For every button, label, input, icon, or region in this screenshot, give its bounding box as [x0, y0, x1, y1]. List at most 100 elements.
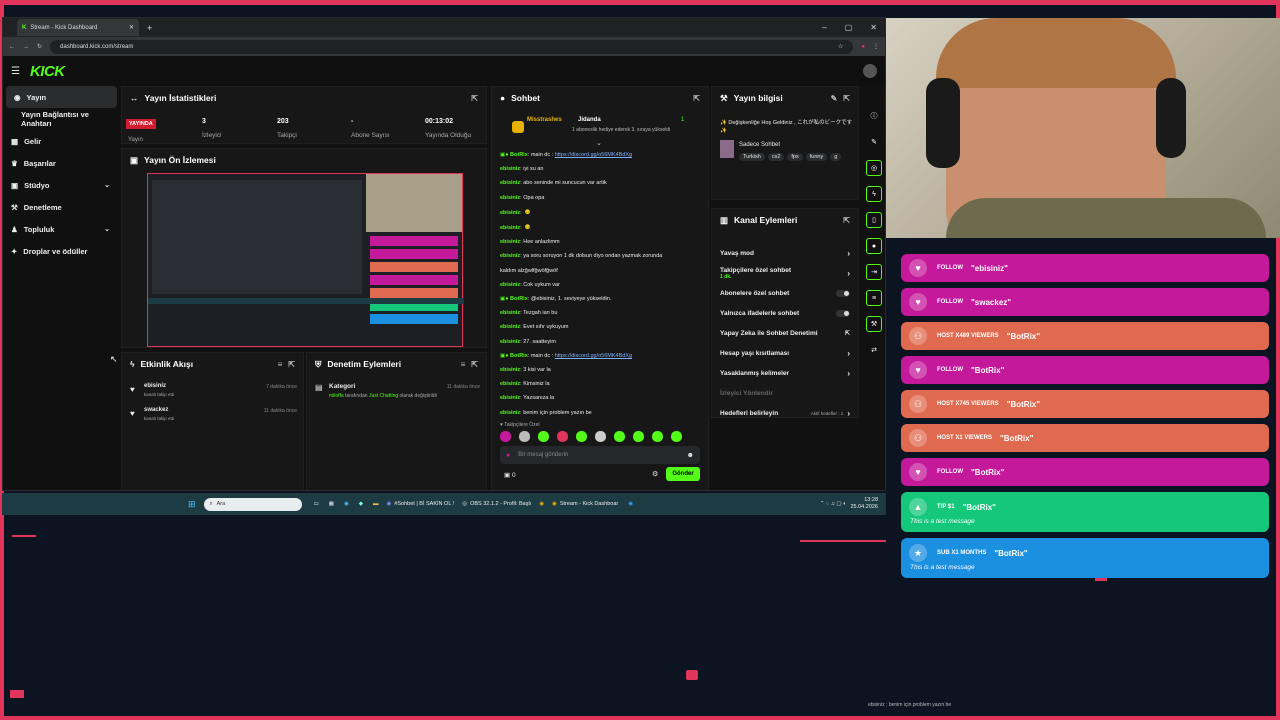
- reload-icon[interactable]: ↻: [37, 43, 42, 50]
- windows-start-icon[interactable]: ⊞: [188, 499, 196, 510]
- emote-icon[interactable]: [538, 431, 549, 442]
- send-button[interactable]: Gönder: [666, 467, 700, 481]
- browser-menu-icon[interactable]: ⋮: [873, 43, 879, 50]
- emote-icon[interactable]: [614, 431, 625, 442]
- channel-action-7[interactable]: İzleyici Yönlendir: [712, 383, 858, 403]
- hamburger-icon[interactable]: ☰: [11, 66, 20, 77]
- emote-icon[interactable]: [557, 431, 568, 442]
- chat-username[interactable]: ebisiniz: [500, 310, 520, 316]
- channel-action-8[interactable]: Hedefleri belirleyin Aktif hedefler : 1 ›: [712, 403, 858, 423]
- external-link-icon[interactable]: ⇱: [845, 330, 850, 337]
- app-icon[interactable]: ▦: [329, 501, 334, 507]
- mod-category[interactable]: Just Chatting: [369, 393, 398, 399]
- tool-icon[interactable]: ⚒: [866, 316, 882, 332]
- channel-action-2[interactable]: Abonelere özel sohbet: [712, 283, 858, 303]
- toggle-switch[interactable]: [836, 309, 850, 317]
- emote-icon[interactable]: [595, 431, 606, 442]
- preview-video[interactable]: [147, 173, 464, 347]
- popout-icon[interactable]: ⇱: [843, 216, 850, 225]
- clock[interactable]: 13:28 25.04.2026: [850, 497, 878, 511]
- sidebar-item-2[interactable]: ▦ Gelir: [3, 130, 120, 152]
- chat-username[interactable]: ebisiniz: [500, 239, 520, 245]
- sidebar-item-4[interactable]: ▣ Stüdyo ⌄: [3, 174, 120, 196]
- maximize-icon[interactable]: ▢: [845, 23, 853, 32]
- sidebar-item-7[interactable]: ✦ Droplar ve ödüller: [3, 240, 120, 262]
- chat-username[interactable]: BotRix: [510, 296, 528, 302]
- pencil-icon[interactable]: ✎: [866, 134, 882, 150]
- chevron-right-icon[interactable]: ›: [847, 409, 850, 418]
- kick-logo[interactable]: KICK: [30, 63, 65, 80]
- emote-picker-icon[interactable]: ●: [506, 452, 510, 459]
- list-icon[interactable]: ≡: [866, 290, 882, 306]
- bookmark-star-icon[interactable]: ☆: [838, 43, 843, 50]
- category-name[interactable]: Sadece Sohbet: [739, 142, 780, 148]
- taskbar-app-obs[interactable]: ◎ OBS 32.1.2 - Profil: Başlı: [462, 501, 531, 507]
- emote-icon[interactable]: [576, 431, 587, 442]
- activity-user[interactable]: ebisiniz: [144, 383, 166, 389]
- emote-icon[interactable]: [500, 431, 511, 442]
- chat-input[interactable]: ● Bir mesaj gönderin ☻: [500, 446, 700, 464]
- tag-chip[interactable]: Turkish: [739, 153, 765, 161]
- toggle-switch[interactable]: [836, 289, 850, 297]
- sidebar-item-1[interactable]: Yayın Bağlantısı ve Anahtarı: [3, 108, 120, 130]
- url-field[interactable]: dashboard.kick.com/stream ☆: [50, 39, 854, 54]
- profile-avatar-icon[interactable]: ●: [861, 44, 865, 50]
- minimize-icon[interactable]: –: [822, 23, 826, 32]
- emote-icon[interactable]: [633, 431, 644, 442]
- chevron-right-icon[interactable]: ›: [847, 369, 850, 378]
- taskbar-search[interactable]: ⌕ Ara: [203, 497, 302, 511]
- smile-icon[interactable]: ☻: [687, 452, 694, 459]
- new-tab-icon[interactable]: +: [147, 23, 152, 33]
- trash-icon[interactable]: ▯: [866, 212, 882, 228]
- back-icon[interactable]: ←: [9, 44, 15, 50]
- taskbar-app-chrome[interactable]: ◉ Stream - Kick Dashboar: [552, 501, 618, 507]
- edit-icon[interactable]: ✎: [831, 94, 838, 103]
- gift-user1[interactable]: Misstrashes: [527, 117, 562, 123]
- chat-username[interactable]: ebisiniz: [500, 339, 520, 345]
- lightning-icon[interactable]: ϟ: [866, 186, 882, 202]
- user-avatar[interactable]: [863, 64, 877, 78]
- chat-username[interactable]: ebisiniz: [500, 324, 520, 330]
- mod-user[interactable]: miloffa: [329, 393, 344, 399]
- sidebar-item-0[interactable]: ◉ Yayın: [6, 86, 117, 108]
- filter-icon[interactable]: ≡: [278, 360, 283, 369]
- popout-icon[interactable]: ⇱: [693, 94, 700, 103]
- channel-action-4[interactable]: Yapay Zeka ile Sohbet Denetimi ⇱: [712, 323, 858, 343]
- chat-username[interactable]: ebisiniz: [500, 253, 520, 259]
- activity-user[interactable]: swackez: [144, 407, 168, 413]
- tray-icons[interactable]: ⌃ ◌ ♫ ▢ ◐: [820, 501, 847, 507]
- chat-username[interactable]: BotRix: [510, 353, 528, 359]
- chevron-right-icon[interactable]: ›: [847, 249, 850, 258]
- channel-action-0[interactable]: Yavaş mod ›: [712, 243, 858, 263]
- expand-icon[interactable]: ⌄: [596, 139, 602, 147]
- chat-username[interactable]: ebisiniz: [500, 166, 520, 172]
- app-icon[interactable]: ◆: [359, 501, 363, 507]
- chat-username[interactable]: ebisiniz: [500, 282, 520, 288]
- chat-username[interactable]: ebisiniz: [500, 381, 520, 387]
- tag-chip[interactable]: fps: [787, 153, 803, 161]
- popout-icon[interactable]: ⇱: [471, 360, 478, 369]
- raid-icon[interactable]: ⇥: [866, 264, 882, 280]
- emote-icon[interactable]: [519, 431, 530, 442]
- settings-gear-icon[interactable]: ⚙: [652, 470, 658, 478]
- task-view-icon[interactable]: ▭: [314, 501, 319, 507]
- channel-action-1[interactable]: Takipçilere özel sohbet 1 dk. ›: [712, 263, 858, 283]
- emote-icon[interactable]: [652, 431, 663, 442]
- popout-icon[interactable]: ⇱: [471, 94, 478, 103]
- channel-action-6[interactable]: Yasaklanmış kelimeler ›: [712, 363, 858, 383]
- folder-icon[interactable]: ▬: [373, 501, 379, 507]
- tag-chip[interactable]: g: [830, 153, 842, 161]
- popout-icon[interactable]: ⇱: [843, 94, 850, 103]
- popout-icon[interactable]: ⇱: [288, 360, 295, 369]
- taskbar-app-discord[interactable]: ◉ #Sohbet | Bİ SAKİN OL !: [387, 501, 455, 507]
- chevron-down-icon[interactable]: ⌄: [104, 181, 110, 189]
- sidebar-item-3[interactable]: ♛ Başarılar: [3, 152, 120, 174]
- share-icon[interactable]: ⇄: [866, 342, 882, 358]
- sidebar-item-5[interactable]: ⚒ Denetleme: [3, 196, 120, 218]
- sidebar-item-6[interactable]: ♟ Topluluk ⌄: [3, 218, 120, 240]
- gift-user2[interactable]: Jidanda: [578, 117, 601, 123]
- info-icon[interactable]: ⓘ: [866, 108, 882, 124]
- chat-icon[interactable]: ●: [866, 238, 882, 254]
- chat-username[interactable]: ebisiniz: [500, 180, 520, 186]
- chat-username[interactable]: BotRix: [510, 152, 528, 158]
